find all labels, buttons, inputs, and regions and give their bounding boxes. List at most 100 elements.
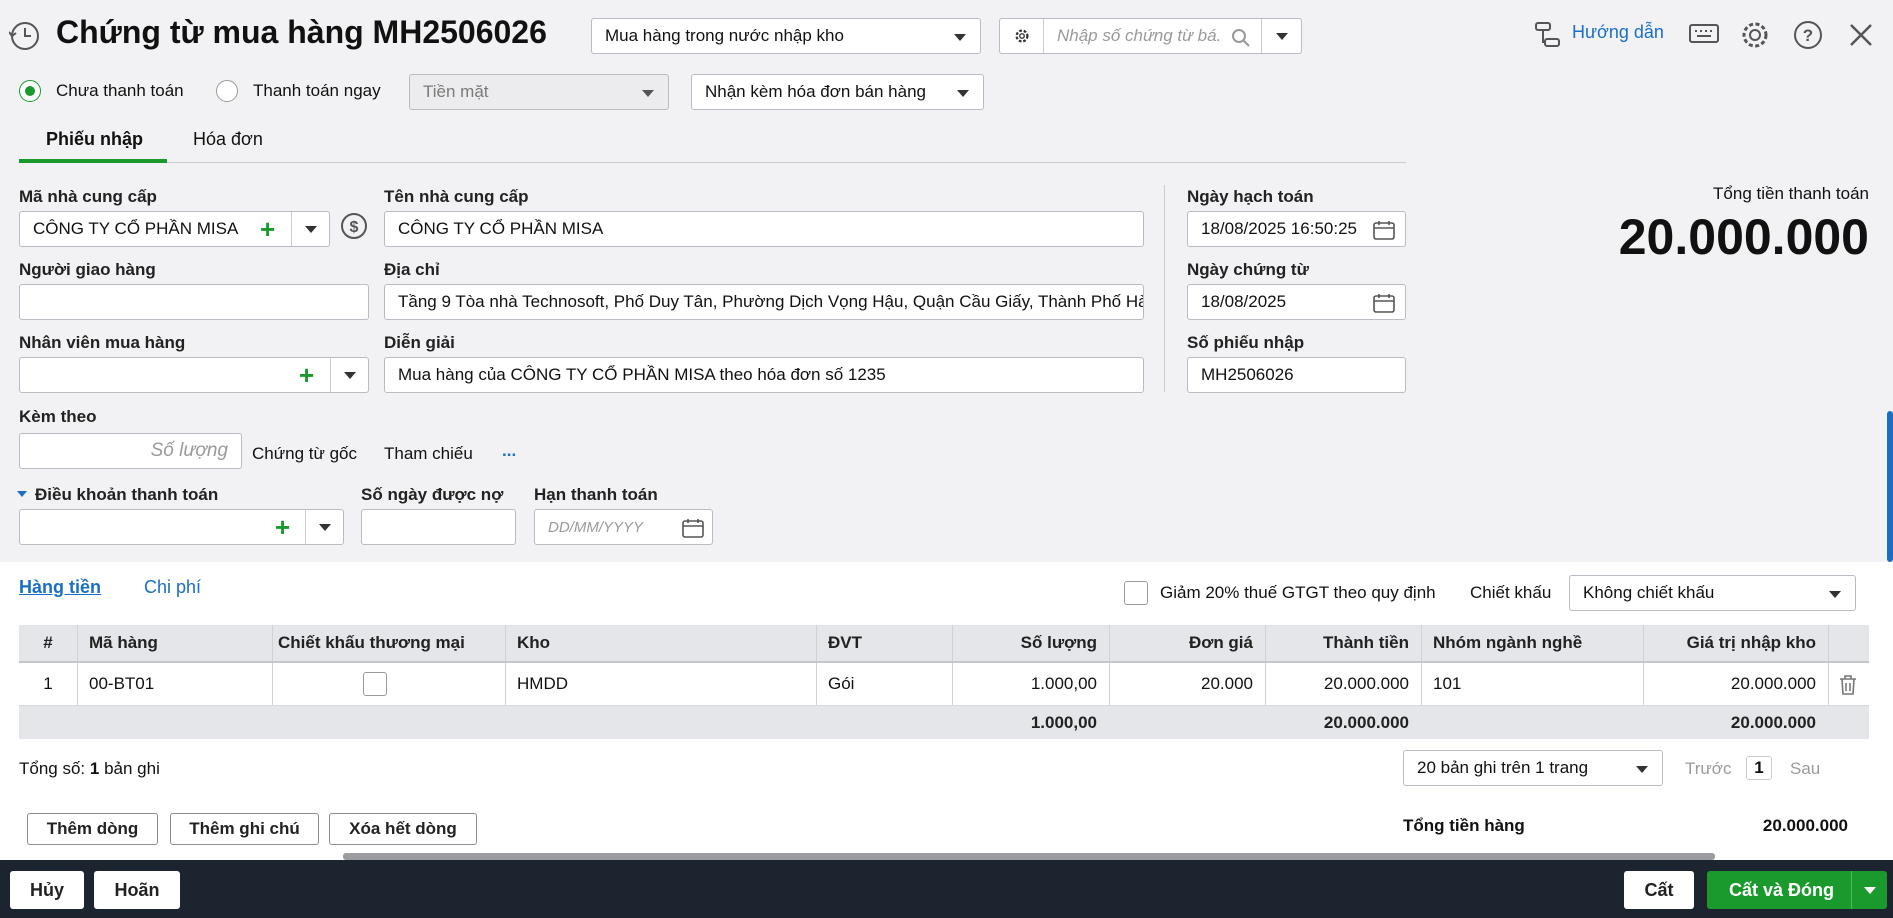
next-page-button[interactable]: Sau [1790, 759, 1820, 779]
payment-terms-combo[interactable]: + [19, 509, 344, 545]
dollar-icon[interactable]: $ [340, 212, 368, 240]
page-size-select[interactable]: 20 bản ghi trên 1 trang [1403, 750, 1663, 786]
supplier-name-label: Tên nhà cung cấp [384, 187, 529, 206]
chevron-down-icon [1829, 591, 1841, 598]
vertical-scroll-marker[interactable] [1887, 411, 1893, 562]
tab-costs[interactable]: Chi phí [144, 577, 201, 598]
buyer-dropdown[interactable] [330, 358, 368, 392]
save-button[interactable]: Cất [1624, 871, 1694, 909]
col-index: # [43, 633, 53, 652]
deliverer-input[interactable] [19, 284, 369, 320]
invoice-option-select[interactable]: Nhận kèm hóa đơn bán hàng [691, 74, 984, 110]
add-buyer-icon[interactable]: + [299, 362, 314, 388]
svg-text:$: $ [350, 219, 359, 236]
doc-date-input[interactable]: 18/08/2025 [1187, 284, 1406, 320]
row-amount[interactable]: 20.000.000 [1265, 663, 1421, 705]
help-icon[interactable]: ? [1792, 19, 1824, 51]
add-supplier-icon[interactable]: + [260, 216, 275, 242]
row-stock-value[interactable]: 20.000.000 [1643, 663, 1828, 705]
description-input[interactable]: Mua hàng của CÔNG TY CỔ PHẦN MISA theo h… [384, 357, 1144, 393]
search-input[interactable]: Nhập số chứng từ bá... [1044, 26, 1219, 46]
column-divider [1164, 185, 1165, 392]
calendar-icon[interactable] [1373, 220, 1395, 240]
keyboard-icon[interactable] [1688, 22, 1720, 48]
settings-icon[interactable] [1739, 19, 1771, 51]
settings-small-button[interactable] [1000, 19, 1044, 53]
save-close-dropdown[interactable] [1851, 871, 1887, 909]
row-item-code[interactable]: 00-BT01 [77, 663, 272, 705]
buyer-combo[interactable]: + [19, 357, 369, 393]
reference-more-link[interactable]: ... [502, 441, 516, 461]
chevron-down-icon [1275, 32, 1288, 40]
chevron-down-icon [642, 90, 654, 97]
supplier-name-input[interactable]: CÔNG TY CỔ PHẦN MISA [384, 211, 1144, 247]
reference-label: Tham chiếu [384, 444, 473, 463]
posting-date-input[interactable]: 18/08/2025 16:50:25 [1187, 211, 1406, 247]
row-quantity[interactable]: 1.000,00 [952, 663, 1109, 705]
supplier-code-label: Mã nhà cung cấp [19, 187, 157, 206]
address-label: Địa chỉ [384, 260, 440, 279]
unpaid-radio[interactable] [19, 80, 41, 102]
calendar-icon[interactable] [682, 518, 704, 538]
horizontal-scrollbar[interactable] [343, 853, 1715, 860]
voucher-type-select[interactable]: Mua hàng trong nước nhập kho [591, 18, 981, 54]
payment-method-value: Tiền mặt [423, 82, 489, 101]
row-unit[interactable]: Gói [816, 663, 952, 705]
tab-divider [19, 162, 1406, 163]
row-warehouse[interactable]: HMDD [505, 663, 816, 705]
table-totals: 1.000,00 20.000.000 20.000.000 [19, 706, 1869, 739]
credit-days-label: Số ngày được nợ [361, 485, 504, 504]
table-row[interactable]: 1 00-BT01 HMDD Gói 1.000,00 20.000 20.00… [19, 663, 1869, 706]
guide-link[interactable]: Hướng dẫn [1572, 22, 1664, 43]
due-date-input[interactable]: DD/MM/YYYY [534, 509, 713, 545]
page-title: Chứng từ mua hàng MH2506026 [56, 14, 547, 50]
supplier-code-combo[interactable]: CÔNG TY CỔ PHẦN MISA + [19, 211, 330, 247]
record-count-prefix: Tổng số: [19, 759, 86, 778]
history-icon[interactable] [9, 20, 41, 52]
svg-text:?: ? [1803, 26, 1813, 45]
tab-receipt[interactable]: Phiếu nhập [46, 129, 143, 150]
prev-page-button[interactable]: Trước [1685, 759, 1731, 779]
invoice-option-value: Nhận kèm hóa đơn bán hàng [705, 82, 926, 101]
trash-icon[interactable] [1838, 674, 1858, 696]
supplier-code-dropdown[interactable] [291, 212, 329, 246]
chevron-down-icon [318, 523, 331, 531]
current-page[interactable]: 1 [1746, 756, 1772, 780]
cancel-button[interactable]: Hủy [10, 871, 84, 909]
receipt-no-input[interactable]: MH2506026 [1187, 357, 1406, 393]
collapse-icon[interactable] [17, 491, 27, 497]
add-row-button[interactable]: Thêm dòng [27, 813, 158, 845]
attach-label: Kèm theo [19, 407, 97, 426]
add-note-button[interactable]: Thêm ghi chú [170, 813, 319, 845]
trade-discount-checkbox[interactable] [363, 672, 387, 696]
row-unit-price[interactable]: 20.000 [1109, 663, 1265, 705]
table-header: # Mã hàng Chiết khấu thương mại Kho ĐVT … [19, 625, 1869, 663]
payment-terms-label: Điều khoản thanh toán [35, 485, 219, 504]
total-amount: 20.000.000 [1323, 712, 1409, 732]
total-goods-value: 20.000.000 [1762, 816, 1848, 835]
save-close-button[interactable]: Cất và Đóng [1707, 871, 1887, 909]
supplier-code-value: CÔNG TY CỔ PHẦN MISA [33, 219, 239, 238]
attach-qty-input[interactable]: Số lượng [19, 433, 242, 469]
tab-goods[interactable]: Hàng tiền [19, 577, 101, 598]
discount-select[interactable]: Không chiết khấu [1569, 575, 1856, 611]
search-icon[interactable] [1231, 28, 1251, 48]
close-icon[interactable] [1847, 21, 1875, 49]
address-input[interactable]: Tầng 9 Tòa nhà Technosoft, Phố Duy Tân, … [384, 284, 1144, 320]
defer-button[interactable]: Hoãn [94, 871, 180, 909]
record-count: Tổng số: 1 bản ghi [19, 759, 160, 779]
row-industry[interactable]: 101 [1421, 663, 1643, 705]
vat-reduce-checkbox[interactable] [1124, 581, 1148, 605]
chevron-down-icon [954, 34, 966, 41]
guide-icon[interactable] [1533, 20, 1563, 50]
add-terms-icon[interactable]: + [275, 514, 290, 540]
credit-days-input[interactable] [361, 509, 516, 545]
due-date-label: Hạn thanh toán [534, 485, 658, 504]
tab-invoice[interactable]: Hóa đơn [193, 129, 263, 150]
search-dropdown[interactable] [1261, 19, 1301, 53]
delete-all-rows-button[interactable]: Xóa hết dòng [329, 813, 477, 845]
calendar-icon[interactable] [1373, 293, 1395, 313]
paid-now-radio[interactable] [216, 80, 238, 102]
payment-method-select[interactable]: Tiền mặt [409, 74, 669, 110]
payment-terms-dropdown[interactable] [305, 510, 343, 544]
